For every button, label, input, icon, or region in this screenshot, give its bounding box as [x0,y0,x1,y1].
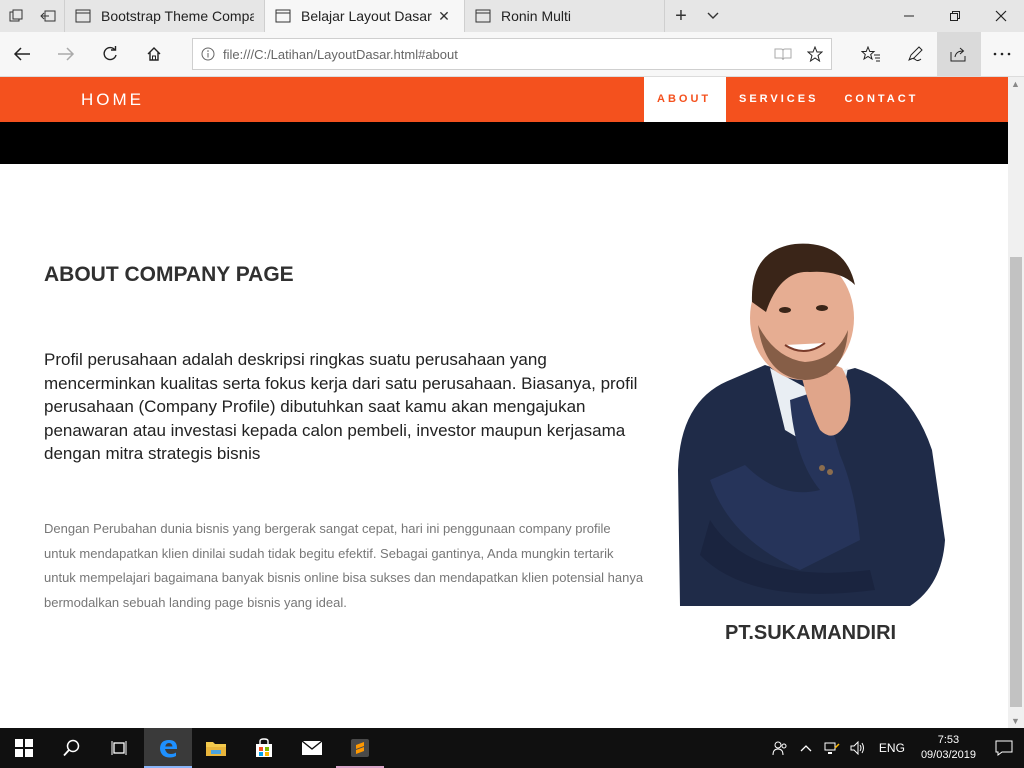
browser-tab-strip: Bootstrap Theme Company Belajar Layout D… [0,0,1024,32]
page-icon [275,9,291,23]
new-tab-icon[interactable]: + [665,0,697,32]
windows-taskbar: ENG 7:53 09/03/2019 [0,728,1024,768]
scrollbar-thumb[interactable] [1010,257,1022,707]
taskbar-clock[interactable]: 7:53 09/03/2019 [913,733,984,763]
about-heading: ABOUT COMPANY PAGE [44,263,294,286]
windows-start-icon[interactable] [0,728,48,768]
web-note-pen-icon[interactable] [893,32,937,76]
nav-services-link[interactable]: SERVICES [726,77,831,122]
volume-icon[interactable] [845,728,871,768]
window-controls [886,0,1024,32]
info-icon[interactable] [193,47,223,61]
system-tray: ENG 7:53 09/03/2019 [767,728,1024,768]
address-bar[interactable]: file:///C:/Latihan/LayoutDasar.html#abou… [192,38,832,70]
set-tabs-aside-icon[interactable] [32,0,64,32]
scroll-down-arrow-icon[interactable]: ▼ [1011,716,1020,726]
nav-contact-link[interactable]: CONTACT [831,77,931,122]
scroll-up-arrow-icon[interactable]: ▲ [1011,79,1020,89]
favorite-star-icon[interactable] [799,46,831,62]
input-language-indicator[interactable]: ENG [871,741,913,755]
favorites-hub-icon[interactable] [849,32,893,76]
close-window-icon[interactable] [978,0,1024,32]
tab-actions: + [664,0,729,32]
mail-icon[interactable] [288,728,336,768]
about-body-paragraph: Dengan Perubahan dunia bisnis yang berge… [44,521,644,610]
share-icon[interactable] [937,32,981,76]
edge-browser-taskbar-icon[interactable] [144,728,192,768]
more-icon[interactable] [980,32,1024,76]
header-banner-strip [0,122,1008,164]
tab-ronin-multi[interactable]: Ronin Multi [464,0,664,32]
reading-view-icon[interactable] [767,47,799,61]
about-lead-paragraph: Profil perusahaan adalah deskripsi ringk… [44,350,638,463]
clock-date: 09/03/2019 [920,749,976,761]
sublime-text-icon[interactable] [336,728,384,768]
action-center-icon[interactable] [984,728,1024,768]
file-explorer-icon[interactable] [192,728,240,768]
site-menu: ABOUT SERVICES CONTACT [644,77,931,122]
tab-title: Ronin Multi [501,8,572,24]
tab-preview-chevron-icon[interactable] [697,0,729,32]
browser-toolbar: file:///C:/Latihan/LayoutDasar.html#abou… [0,32,1024,77]
site-navbar: HOME ABOUT SERVICES CONTACT [0,77,1008,122]
store-icon[interactable] [240,728,288,768]
tab-belajar-layout-dasar[interactable]: Belajar Layout Dasar ✕ [264,0,464,32]
brand-home-link[interactable]: HOME [81,90,144,110]
forward-icon[interactable] [44,32,88,76]
task-view-icon[interactable] [96,728,144,768]
page-scrollbar[interactable]: ▲ ▼ [1008,77,1024,728]
search-icon[interactable] [48,728,96,768]
minimize-icon[interactable] [886,0,932,32]
page-icon [75,9,91,23]
people-icon[interactable] [767,728,793,768]
close-tab-icon[interactable]: ✕ [434,8,454,25]
tab-bootstrap-theme-company[interactable]: Bootstrap Theme Company [64,0,264,32]
back-icon[interactable] [0,32,44,76]
home-icon[interactable] [132,32,176,76]
businessman-portrait-image [678,243,945,606]
show-hidden-icons-chevron-icon[interactable] [793,728,819,768]
clock-time: 7:53 [937,734,960,746]
page-icon [475,9,491,23]
nav-about-link[interactable]: ABOUT [644,77,726,122]
network-icon[interactable] [819,728,845,768]
tab-title: Bootstrap Theme Company [101,8,254,24]
url-text[interactable]: file:///C:/Latihan/LayoutDasar.html#abou… [223,47,767,62]
restore-icon[interactable] [932,0,978,32]
refresh-icon[interactable] [88,32,132,76]
tab-title: Belajar Layout Dasar [301,8,432,24]
tab-manager-icon[interactable] [0,0,32,32]
company-name: PT.SUKAMANDIRI [725,622,897,644]
